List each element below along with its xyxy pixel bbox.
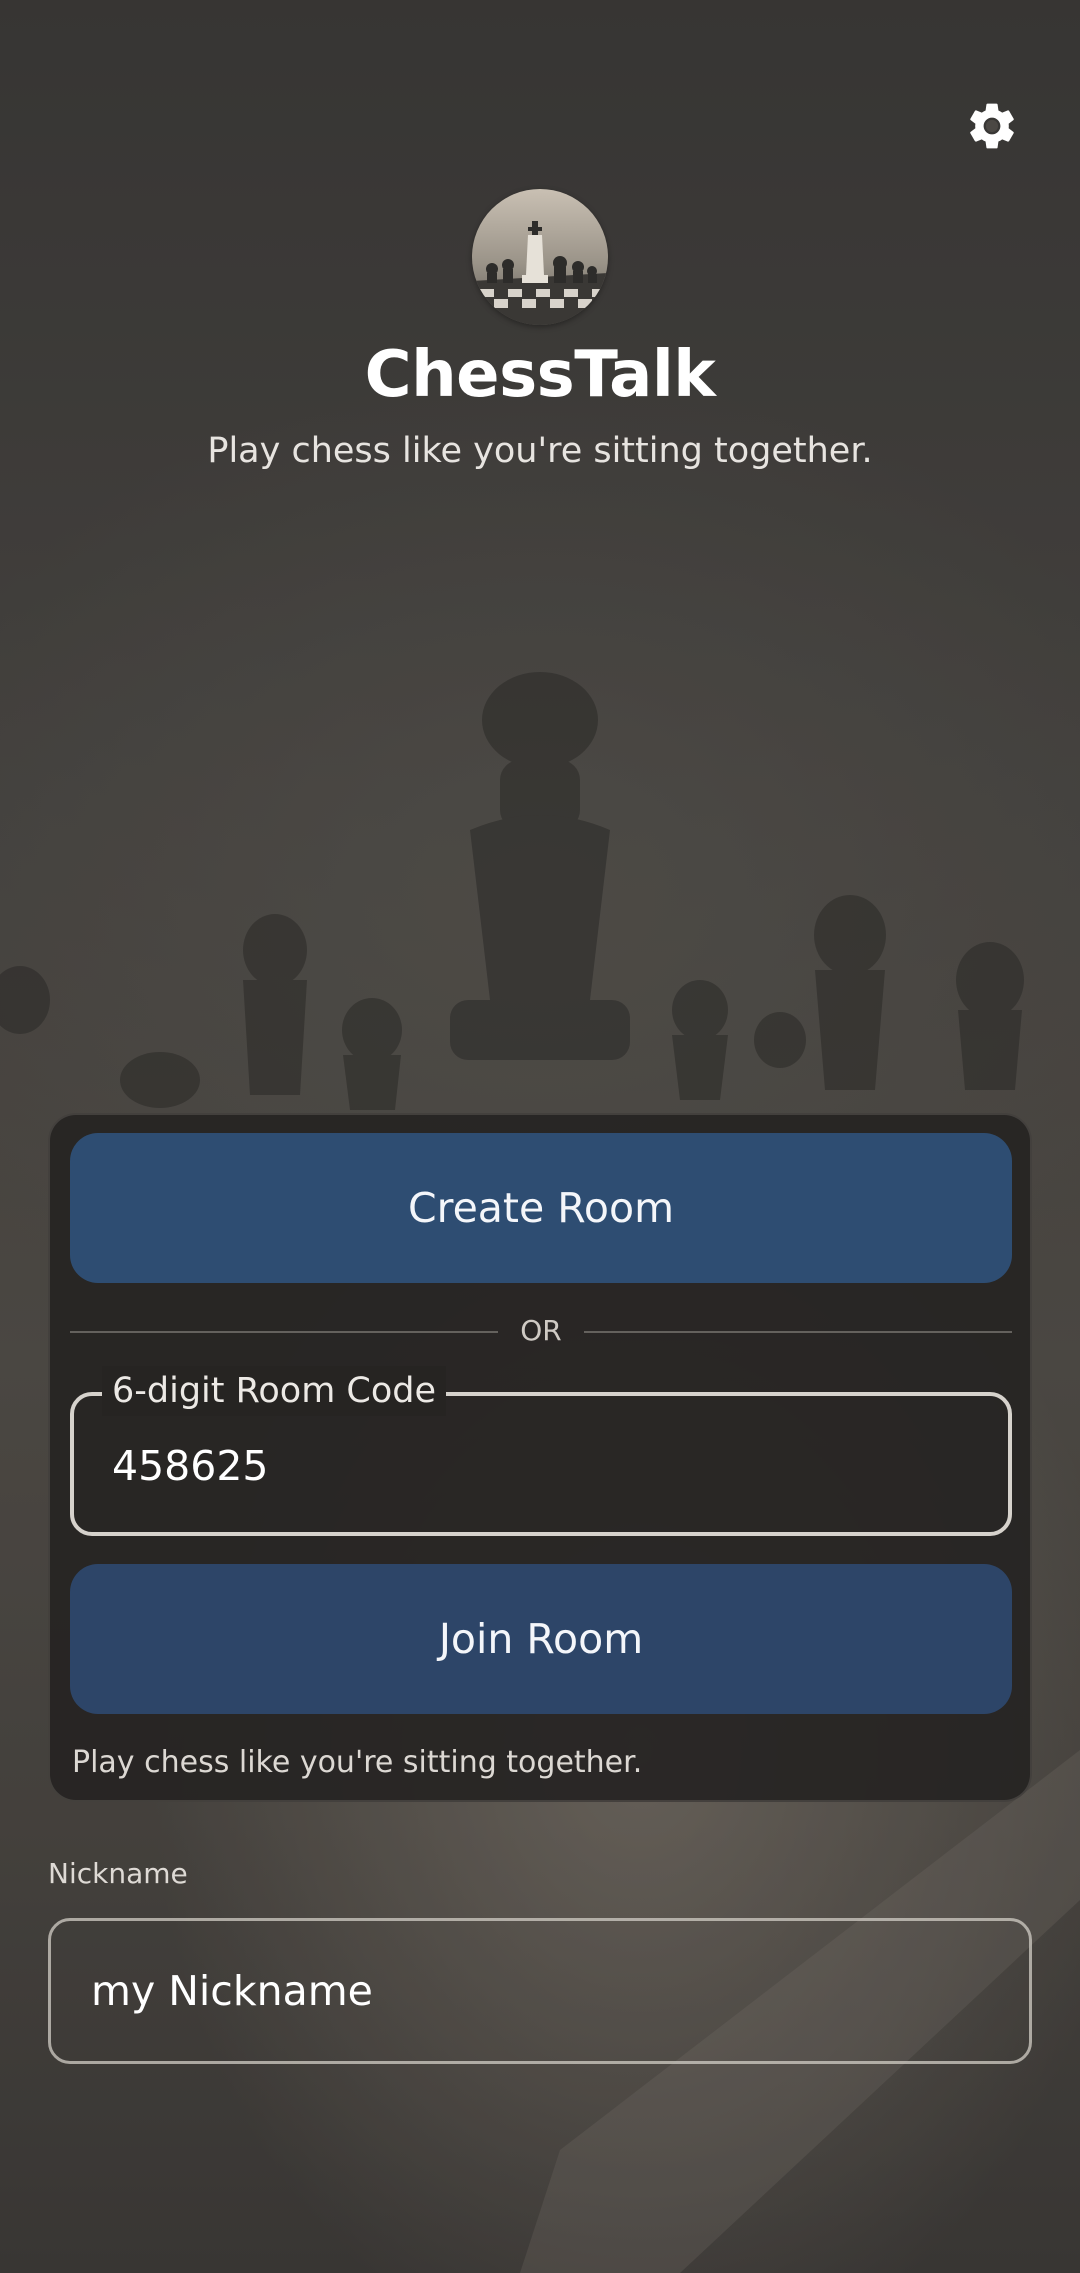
room-code-label: 6-digit Room Code <box>102 1366 447 1416</box>
gear-icon <box>964 98 1020 158</box>
settings-button[interactable] <box>962 98 1022 158</box>
chess-board-logo-icon <box>472 189 608 325</box>
nickname-value[interactable]: my Nickname <box>91 1965 373 2017</box>
or-divider: OR <box>70 1313 1012 1349</box>
nickname-input[interactable]: my Nickname <box>48 1918 1032 2064</box>
join-room-button[interactable]: Join Room <box>70 1564 1012 1714</box>
app-title: ChessTalk <box>364 338 716 412</box>
card-footnote: Play chess like you're sitting together. <box>72 1745 643 1780</box>
room-card: Create Room OR 6-digit Room Code 458625 … <box>48 1113 1032 1802</box>
divider-line-right <box>584 1331 1012 1333</box>
nickname-label: Nickname <box>48 1857 188 1890</box>
app-tagline: Play chess like you're sitting together. <box>207 431 873 471</box>
create-room-button[interactable]: Create Room <box>70 1133 1012 1283</box>
app-logo <box>472 189 608 325</box>
room-code-value[interactable]: 458625 <box>112 1440 269 1492</box>
room-code-input[interactable]: 6-digit Room Code 458625 <box>70 1366 1012 1536</box>
